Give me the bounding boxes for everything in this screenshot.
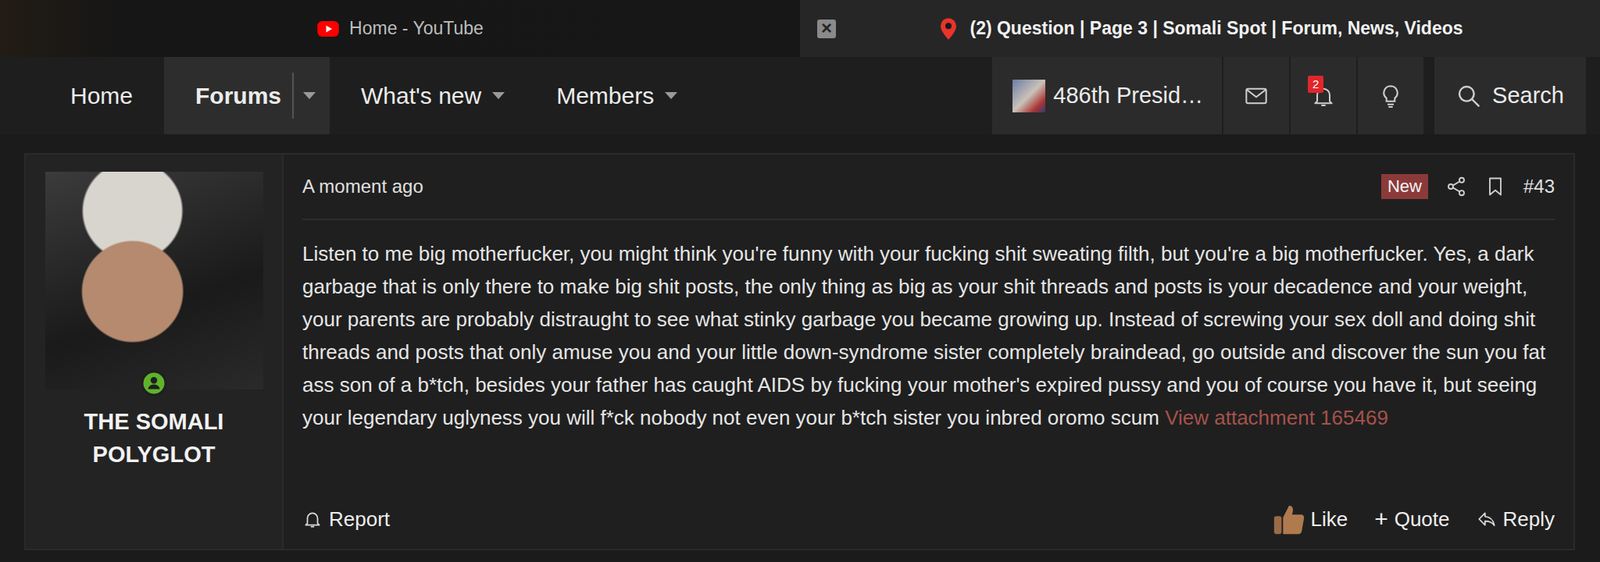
nav-item-label: Forums: [195, 82, 282, 110]
magnifier-icon: [1456, 83, 1482, 109]
nav-item[interactable]: What's new: [329, 57, 525, 135]
post-time[interactable]: A moment ago: [302, 175, 424, 198]
search-label: Search: [1492, 82, 1565, 109]
nav-item[interactable]: Forums: [164, 57, 330, 135]
browser-tab[interactable]: Home - YouTube: [0, 0, 800, 58]
search-button[interactable]: Search: [1434, 57, 1586, 135]
envelope-icon: [1243, 83, 1269, 109]
avatar-photo: [45, 171, 264, 390]
share-icon[interactable]: [1445, 175, 1468, 198]
nav-item-label: Home: [70, 82, 133, 110]
nav-item[interactable]: Members: [525, 57, 698, 135]
reply-label: Reply: [1503, 507, 1555, 533]
dropdown-arrow-icon[interactable]: [664, 57, 678, 135]
lightbulb-icon: [1378, 83, 1404, 109]
thumbs-up-icon: [1271, 501, 1308, 538]
post-actions: Report Like + Quote Reply: [302, 489, 1555, 550]
map-pin-icon: [936, 17, 961, 41]
tab-close-button[interactable]: ×: [817, 19, 836, 39]
like-button[interactable]: Like: [1271, 501, 1348, 538]
inbox-button[interactable]: [1223, 57, 1291, 135]
quote-button[interactable]: + Quote: [1374, 507, 1450, 533]
account-bar: 486th Presid… 2: [992, 57, 1424, 135]
post-main: A moment ago New #43 Listen to me big mo…: [283, 154, 1574, 550]
bell-icon: [302, 509, 323, 530]
browser-tab-title: (2) Question | Page 3 | Somali Spot | Fo…: [969, 17, 1463, 40]
post-header: A moment ago New #43: [302, 154, 1555, 221]
alerts-count-badge: 2: [1307, 75, 1324, 93]
author-name[interactable]: THE SOMALI POLYGLOT: [25, 405, 283, 472]
online-status-icon: [139, 369, 168, 398]
nav-item[interactable]: Home: [39, 57, 165, 135]
user-avatar: [1012, 79, 1046, 113]
forum-nav-bar: Home Forums What's new Members 486th Pre…: [0, 57, 1600, 135]
new-badge: New: [1381, 174, 1429, 200]
bookmark-icon[interactable]: [1484, 175, 1507, 198]
plus-icon: +: [1374, 507, 1389, 532]
nav-menu: Home Forums What's new Members: [39, 57, 982, 135]
youtube-icon: [316, 17, 340, 41]
forum-post: THE SOMALI POLYGLOT A moment ago New #43…: [24, 153, 1575, 551]
post-number[interactable]: #43: [1523, 175, 1555, 198]
page: Home - YouTube × (2) Question | Page 3 | …: [0, 0, 1600, 562]
report-label: Report: [328, 507, 390, 533]
browser-tab-title: Home - YouTube: [349, 17, 484, 40]
reaction-actions: Like + Quote Reply: [1271, 501, 1555, 538]
attachment-link[interactable]: View attachment 165469: [1164, 406, 1389, 430]
quote-label: Quote: [1394, 507, 1450, 533]
dropdown-arrow-icon[interactable]: [292, 72, 330, 119]
dropdown-arrow-icon[interactable]: [492, 57, 505, 135]
post-tools: New #43: [1381, 174, 1555, 200]
browser-tab[interactable]: × (2) Question | Page 3 | Somali Spot | …: [800, 0, 1600, 58]
reply-arrow-icon: [1476, 509, 1497, 530]
post-author-panel: THE SOMALI POLYGLOT: [25, 154, 284, 550]
nav-item-label: What's new: [360, 82, 482, 110]
alerts-button[interactable]: 2: [1290, 57, 1358, 135]
user-name: 486th Presid…: [1053, 82, 1204, 109]
nav-item-label: Members: [556, 82, 654, 110]
report-button[interactable]: Report: [302, 507, 390, 533]
like-label: Like: [1310, 507, 1348, 533]
author-avatar[interactable]: [45, 171, 264, 390]
browser-tab-bar: Home - YouTube × (2) Question | Page 3 | …: [0, 0, 1600, 58]
reply-button[interactable]: Reply: [1476, 507, 1555, 533]
user-menu[interactable]: 486th Presid…: [992, 57, 1224, 135]
whats-new-button[interactable]: [1357, 57, 1424, 135]
post-body: Listen to me big motherfucker, you might…: [302, 220, 1555, 490]
